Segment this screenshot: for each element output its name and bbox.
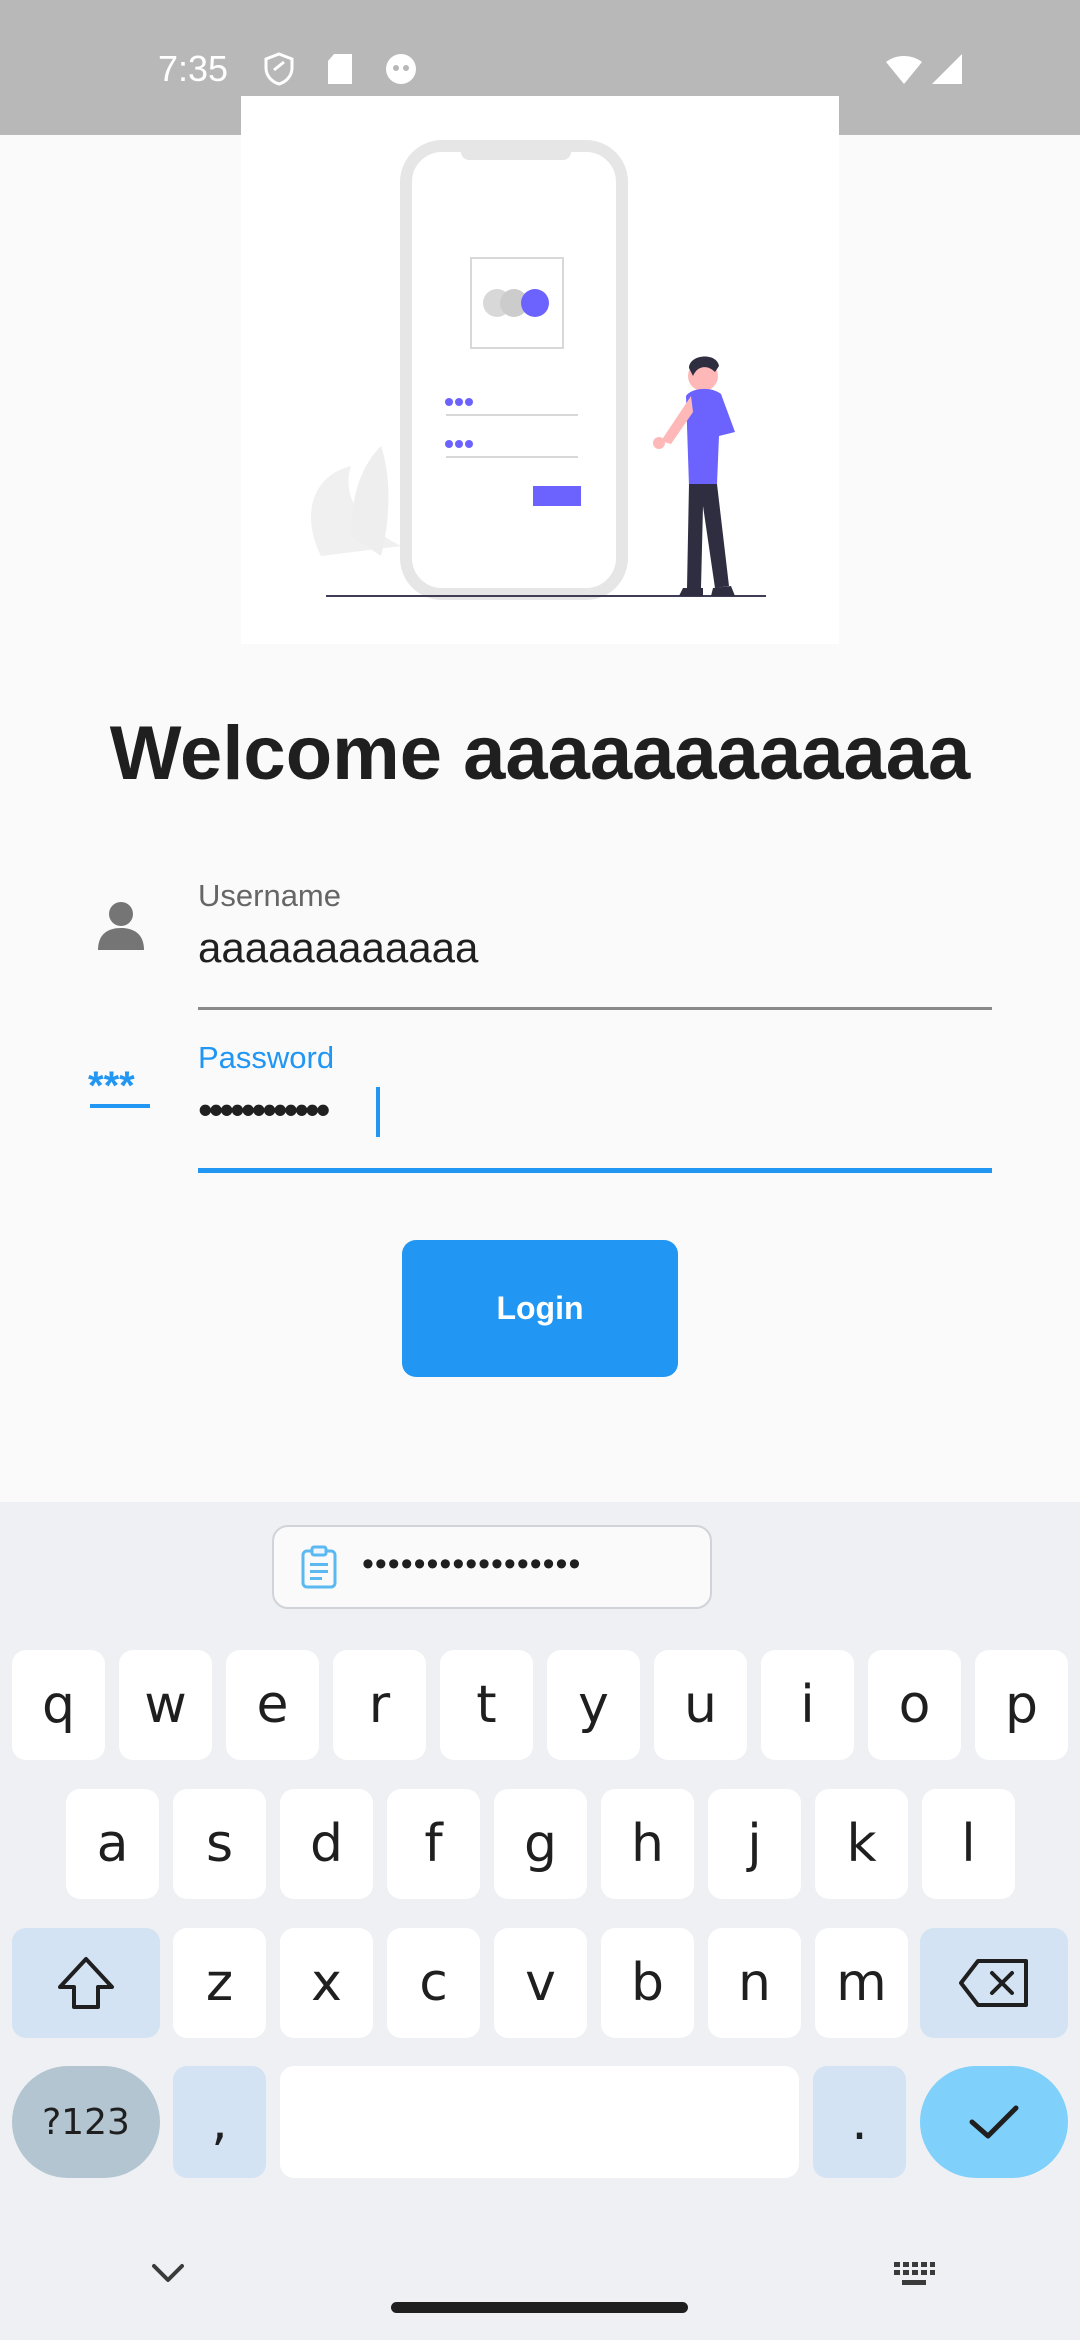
check-icon [969,2105,1019,2139]
key-n[interactable]: n [708,1928,801,2038]
password-value: •••••••••••• [198,1086,330,1133]
phone-login-illustration [311,140,766,600]
password-label: Password [198,1040,335,1075]
person-icon [98,902,144,950]
key-w[interactable]: w [119,1650,212,1760]
key-l[interactable]: l [922,1789,1015,1899]
password-underline [198,1168,992,1173]
clipboard-suggestion-text: ••••••••••••••••• [362,1545,582,1583]
key-y[interactable]: y [547,1650,640,1760]
login-button[interactable]: Login [402,1240,678,1377]
key-p[interactable]: p [975,1650,1068,1760]
password-input[interactable]: •••••••••••• [198,1086,330,1134]
key-c[interactable]: c [387,1928,480,2038]
backspace-icon [959,1959,1028,2007]
key-t[interactable]: t [440,1650,533,1760]
password-icon-underline [90,1104,150,1108]
face-icon [386,54,416,84]
key-q[interactable]: q [12,1650,105,1760]
status-time: 7:35 [158,48,229,89]
login-illustration [241,96,839,644]
soft-keyboard [0,1502,1080,2340]
keyboard-switcher-icon[interactable] [892,2260,936,2288]
shield-icon [264,52,294,86]
username-input[interactable]: aaaaaaaaaaaa [198,924,478,972]
key-o[interactable]: o [868,1650,961,1760]
backspace-key[interactable] [920,1928,1068,2038]
symbols-key[interactable]: ?123 [12,2066,160,2178]
key-g[interactable]: g [494,1789,587,1899]
clipboard-icon [301,1545,337,1589]
key-s[interactable]: s [173,1789,266,1899]
hide-keyboard-chevron-icon[interactable] [150,2262,186,2284]
clipboard-suggestion[interactable]: ••••••••••••••••• [272,1525,712,1609]
comma-key[interactable]: , [173,2066,266,2178]
key-e[interactable]: e [226,1650,319,1760]
username-underline [198,1007,992,1010]
shift-arrow-icon [58,1957,114,2009]
key-j[interactable]: j [708,1789,801,1899]
gesture-nav-handle[interactable] [391,2302,688,2313]
key-a[interactable]: a [66,1789,159,1899]
key-v[interactable]: v [494,1928,587,2038]
key-i[interactable]: i [761,1650,854,1760]
key-m[interactable]: m [815,1928,908,2038]
key-h[interactable]: h [601,1789,694,1899]
signal-icon [932,54,962,84]
key-d[interactable]: d [280,1789,373,1899]
wifi-icon [886,56,922,84]
period-key[interactable]: . [813,2066,906,2178]
key-k[interactable]: k [815,1789,908,1899]
welcome-title: Welcome aaaaaaaaaaaa [109,711,971,796]
shift-key[interactable] [12,1928,160,2038]
text-cursor [376,1087,380,1137]
enter-key[interactable] [920,2066,1068,2178]
sd-card-icon [328,54,352,84]
key-x[interactable]: x [280,1928,373,2038]
password-asterisk-icon: *** [88,1064,135,1108]
key-r[interactable]: r [333,1650,426,1760]
key-b[interactable]: b [601,1928,694,2038]
username-label: Username [198,878,341,913]
key-u[interactable]: u [654,1650,747,1760]
key-z[interactable]: z [173,1928,266,2038]
key-f[interactable]: f [387,1789,480,1899]
space-key[interactable] [280,2066,799,2178]
